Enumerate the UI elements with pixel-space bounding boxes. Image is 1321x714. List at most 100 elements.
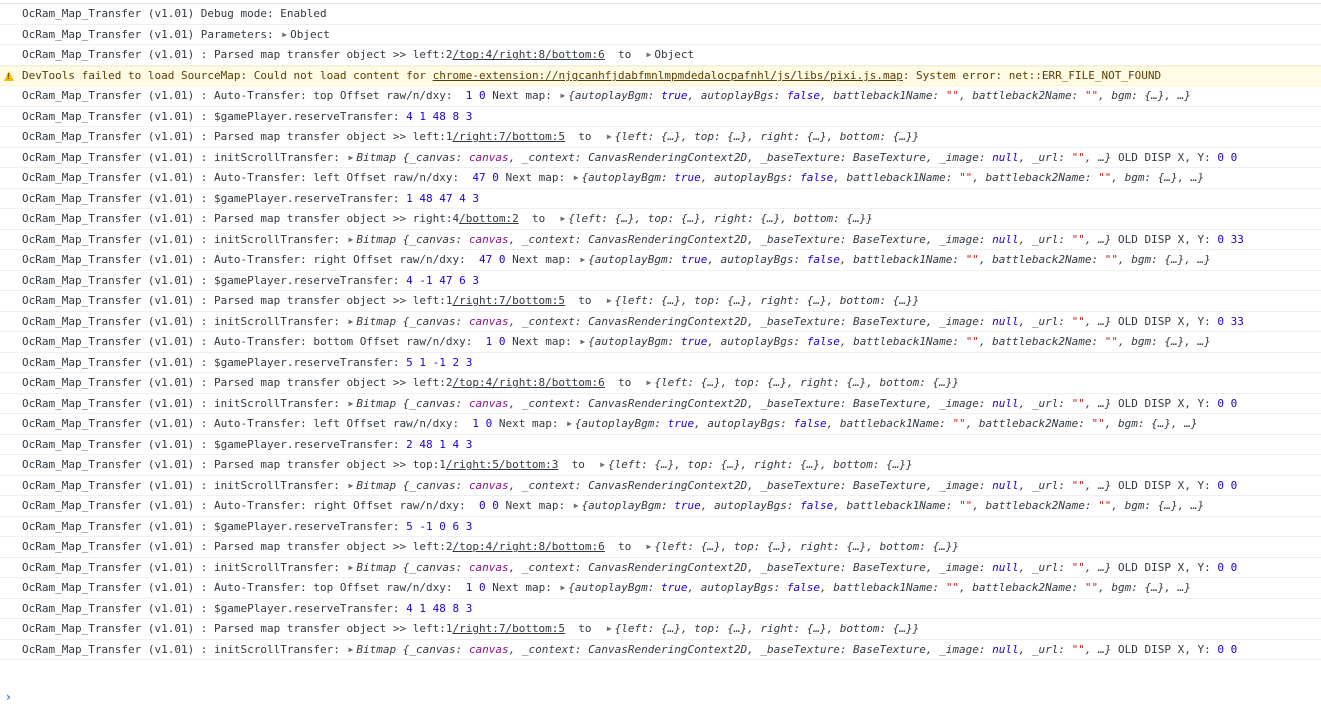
object-string: "" (1098, 171, 1112, 185)
expand-triangle-icon[interactable]: ▶ (347, 235, 357, 244)
object-keyword: false (800, 171, 834, 185)
object-string: "" (1071, 560, 1085, 574)
object-canvas: canvas (468, 150, 509, 164)
expand-triangle-icon[interactable]: ▶ (280, 30, 290, 39)
expand-triangle-icon[interactable]: ▶ (558, 214, 568, 223)
object-preview: , bgm: {…}, …} (1111, 171, 1205, 185)
object-preview: {autoplayBgm: (581, 171, 675, 185)
log-number: 0 0 (478, 499, 499, 513)
log-text: OcRam_Map_Transfer (v1.01) : Auto-Transf… (22, 253, 479, 267)
object-keyword: true (674, 171, 701, 185)
expand-triangle-icon[interactable]: ▶ (558, 583, 568, 592)
source-link[interactable]: /top:4/right:8/bottom:6 (452, 540, 604, 553)
log-text: Next map: (485, 89, 559, 103)
expand-triangle-icon[interactable]: ▶ (598, 460, 608, 469)
object-preview: , …} (1084, 478, 1112, 492)
expand-triangle-icon[interactable]: ▶ (347, 645, 357, 654)
expand-triangle-icon[interactable]: ▶ (347, 153, 357, 162)
object-string: "" (952, 417, 966, 431)
expand-triangle-icon[interactable]: ▶ (645, 50, 655, 59)
expand-triangle-icon[interactable]: ▶ (558, 91, 568, 100)
object-string: "" (965, 335, 979, 349)
console-log-row: OcRam_Map_Transfer (v1.01) : $gamePlayer… (0, 435, 1321, 455)
expand-triangle-icon[interactable]: ▶ (347, 399, 357, 408)
object-preview: Bitmap {_canvas: (356, 642, 469, 656)
expand-triangle-icon[interactable]: ▶ (578, 337, 588, 346)
log-number: 2 48 1 4 3 (406, 437, 473, 451)
object-canvas: canvas (468, 396, 509, 410)
object-string: "" (945, 89, 960, 103)
log-text: to (518, 212, 559, 226)
object-keyword: true (661, 581, 688, 595)
object-string: "" (1071, 232, 1085, 246)
log-text: OcRam_Map_Transfer (v1.01) : Parsed map … (22, 540, 453, 554)
expand-triangle-icon[interactable]: ▶ (605, 624, 615, 633)
expand-triangle-icon[interactable]: ▶ (578, 255, 588, 264)
object-preview: , battleback2Name: (972, 499, 1099, 513)
expand-triangle-icon[interactable]: ▶ (572, 501, 582, 510)
object-keyword: false (800, 499, 834, 513)
object-preview: , battleback1Name: (833, 499, 960, 513)
expand-triangle-icon[interactable]: ▶ (645, 378, 655, 387)
console-log-row: OcRam_Map_Transfer (v1.01) : Auto-Transf… (0, 168, 1321, 189)
log-text: OcRam_Map_Transfer (v1.01) : initScrollT… (22, 314, 347, 328)
object-preview: , bgm: {…}, …} (1104, 417, 1198, 431)
object-string: "" (945, 581, 960, 595)
log-number: 4 1 48 8 3 (406, 601, 473, 615)
expand-triangle-icon[interactable]: ▶ (605, 132, 615, 141)
object-preview: , bgm: {…}, …} (1111, 499, 1205, 513)
log-text: to (604, 376, 645, 390)
console-log-row: OcRam_Map_Transfer (v1.01) : Parsed map … (0, 373, 1321, 394)
expand-triangle-icon[interactable]: ▶ (572, 173, 582, 182)
object-preview: {autoplayBgm: (568, 89, 661, 103)
expand-triangle-icon[interactable]: ▶ (347, 317, 357, 326)
object-preview: , _url: (1018, 560, 1072, 574)
expand-triangle-icon[interactable]: ▶ (347, 481, 357, 490)
console-log-row: OcRam_Map_Transfer (v1.01) : Auto-Transf… (0, 496, 1321, 517)
console-log-row: OcRam_Map_Transfer (v1.01) Debug mode: E… (0, 4, 1321, 25)
expand-triangle-icon[interactable]: ▶ (565, 419, 575, 428)
source-link[interactable]: /right:7/bottom:5 (452, 294, 565, 307)
source-link[interactable]: /right:7/bottom:5 (452, 130, 565, 143)
expand-triangle-icon[interactable]: ▶ (347, 563, 357, 572)
object-preview: {left: {…}, top: {…}, right: {…}, bottom… (654, 376, 960, 390)
console-log-row: OcRam_Map_Transfer (v1.01) : Parsed map … (0, 45, 1321, 66)
console-prompt-icon[interactable]: › (6, 690, 11, 704)
source-link[interactable]: /top:4/right:8/bottom:6 (452, 48, 604, 61)
object-string: "" (1091, 417, 1105, 431)
warning-triangle-icon (4, 70, 14, 81)
expand-triangle-icon[interactable]: ▶ (605, 296, 615, 305)
source-link[interactable]: /right:5/bottom:3 (446, 458, 559, 471)
object-canvas: canvas (468, 642, 509, 656)
object-preview: , battleback1Name: (819, 89, 946, 103)
object-preview: {autoplayBgm: (581, 499, 675, 513)
console-log-list: OcRam_Map_Transfer (v1.01) Debug mode: E… (0, 3, 1321, 660)
console-log-row: OcRam_Map_Transfer (v1.01) : Auto-Transf… (0, 332, 1321, 353)
log-text: OLD DISP X, Y: (1111, 642, 1218, 656)
object-preview: , autoplayBgs: (700, 499, 801, 513)
object-keyword: null (992, 232, 1019, 246)
object-preview: , …} (1084, 396, 1112, 410)
object-preview: , autoplayBgs: (700, 171, 801, 185)
console-log-row: OcRam_Map_Transfer (v1.01) : Parsed map … (0, 455, 1321, 476)
expand-triangle-icon[interactable]: ▶ (645, 542, 655, 551)
log-text: OcRam_Map_Transfer (v1.01) : Parsed map … (22, 294, 453, 308)
object-preview: , _context: CanvasRenderingContext2D, _b… (508, 396, 993, 410)
source-link[interactable]: /bottom:2 (459, 212, 519, 225)
object-preview: , _context: CanvasRenderingContext2D, _b… (508, 232, 993, 246)
object-preview: , battleback2Name: (978, 253, 1105, 267)
console-log-row: OcRam_Map_Transfer (v1.01) : Auto-Transf… (0, 578, 1321, 599)
object-keyword: false (806, 253, 840, 267)
source-link[interactable]: /top:4/right:8/bottom:6 (452, 376, 604, 389)
log-number: 0 33 (1217, 232, 1244, 246)
object-string: "" (1071, 478, 1085, 492)
source-link[interactable]: /right:7/bottom:5 (452, 622, 565, 635)
console-log-row: OcRam_Map_Transfer (v1.01) : $gamePlayer… (0, 517, 1321, 537)
object-preview: , _context: CanvasRenderingContext2D, _b… (508, 560, 993, 574)
object-keyword: true (667, 417, 695, 431)
log-text: OLD DISP X, Y: (1111, 396, 1218, 410)
object-preview: , _url: (1018, 150, 1072, 164)
console-warning-row: DevTools failed to load SourceMap: Could… (0, 65, 1321, 86)
source-link[interactable]: chrome-extension://njgcanhfjdabfmnlmpmde… (433, 69, 903, 82)
object-preview: {left: {…}, top: {…}, right: {…}, bottom… (614, 622, 920, 636)
